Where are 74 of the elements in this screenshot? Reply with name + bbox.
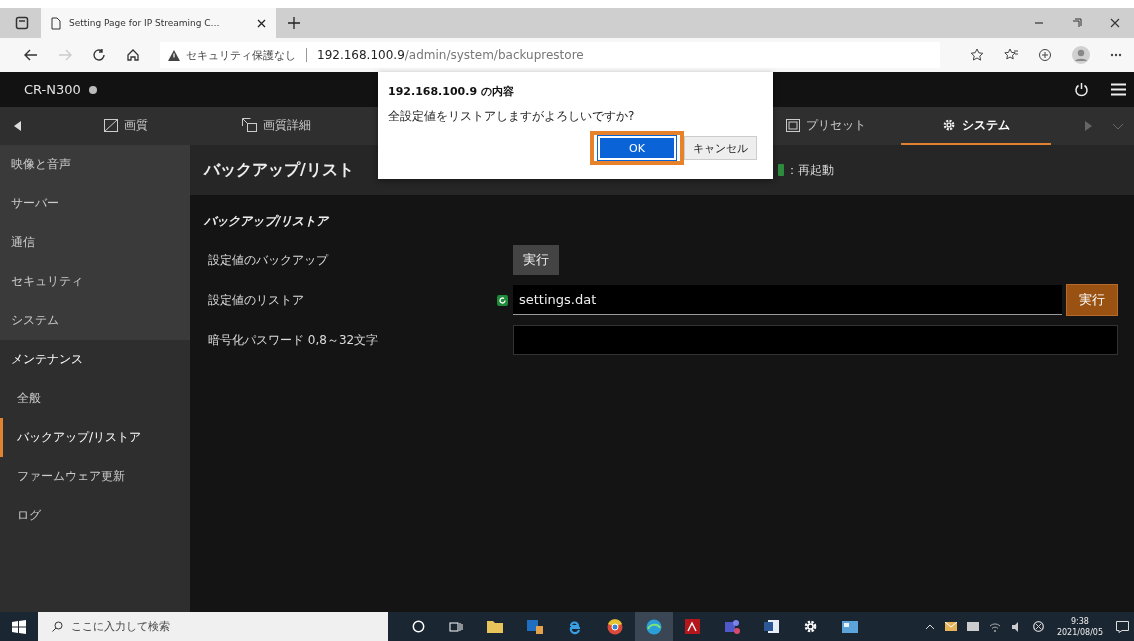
menu-icon[interactable] — [1111, 83, 1126, 96]
nav-tab[interactable]: 画質詳細 — [201, 107, 351, 145]
page-icon — [51, 16, 61, 30]
windows-logo-icon[interactable] — [12, 619, 26, 634]
setting-label: 設定値のバックアップ — [207, 251, 330, 269]
detail-image-icon — [241, 118, 257, 132]
gear-icon[interactable] — [803, 619, 818, 634]
mail-icon[interactable] — [944, 622, 957, 631]
task-view-icon[interactable] — [449, 620, 463, 633]
restore-icon[interactable] — [1072, 18, 1082, 28]
power-icon[interactable] — [1074, 82, 1089, 97]
execute-button[interactable]: 実行 — [1066, 284, 1118, 316]
page-title: バックアップ/リスト — [204, 159, 354, 181]
favorite-star-icon[interactable] — [970, 48, 984, 62]
status-icon — [778, 164, 784, 176]
gear-icon — [942, 118, 956, 132]
blocked-icon[interactable] — [1032, 621, 1044, 632]
search-field[interactable]: ここに入力して検索 — [38, 612, 388, 641]
url-text: 192.168.100.9/admin/system/backuprestore — [317, 48, 584, 62]
section-title: バックアップ/リストア — [204, 213, 330, 230]
dialog-message: 全設定値をリストアしますがよろしいですか? — [388, 108, 636, 125]
folder-icon[interactable] — [487, 620, 503, 633]
nav-tab[interactable]: 画質 — [51, 107, 201, 145]
warning-icon — [168, 49, 180, 61]
close-icon[interactable] — [1110, 18, 1120, 28]
status-dot-icon — [88, 85, 97, 94]
reboot-label: ：再起動 — [786, 161, 834, 179]
left-arrow-icon[interactable] — [14, 121, 21, 131]
execute-button[interactable]: 実行 — [513, 245, 559, 275]
profile-avatar-icon[interactable] — [1072, 46, 1090, 64]
wave-browser-icon[interactable] — [646, 618, 662, 635]
file-field[interactable]: settings.dat — [513, 285, 1062, 315]
sidebar-item[interactable]: サーバー — [0, 184, 190, 223]
preset-icon — [786, 118, 800, 132]
address-field[interactable]: セキュリティ保護なし 192.168.100.9/admin/system/backuprestore — [160, 42, 940, 68]
round-browser-icon[interactable] — [607, 618, 623, 635]
sidebar-item[interactable]: 通信 — [0, 223, 190, 262]
notification-icon[interactable] — [1116, 620, 1129, 633]
collections-icon[interactable] — [1038, 48, 1052, 62]
dialog-button[interactable]: OK — [598, 136, 676, 160]
wifi-icon[interactable] — [988, 621, 1001, 632]
sidebar-item[interactable]: 映像と音声 — [0, 145, 190, 184]
tab-actions-icon[interactable] — [15, 16, 29, 30]
security-label: セキュリティ保護なし — [186, 47, 296, 63]
pdf-icon[interactable] — [685, 619, 700, 634]
clock-date[interactable]: 2021/08/05 — [1056, 626, 1103, 638]
dialog-button[interactable]: キャンセル — [684, 136, 757, 160]
close-icon[interactable] — [257, 18, 266, 28]
circle-icon[interactable] — [412, 620, 425, 633]
refresh-badge-icon — [497, 294, 508, 306]
dialog-title: 192.168.100.9 の内容 — [388, 84, 515, 99]
search-icon — [52, 621, 63, 632]
setting-label: 暗号化パスワード 0,8～32文字 — [207, 331, 380, 349]
people-icon[interactable] — [724, 619, 740, 634]
setting-label: 設定値のリストア — [207, 291, 305, 309]
clock-time[interactable]: 9:38 — [1070, 615, 1089, 627]
home-icon[interactable] — [126, 48, 140, 62]
more-icon[interactable] — [1110, 53, 1122, 57]
sidebar-item[interactable]: システム — [0, 301, 190, 340]
e-browser-icon[interactable] — [567, 618, 583, 635]
sidebar-item[interactable]: セキュリティ — [0, 262, 190, 301]
card-icon[interactable] — [842, 620, 858, 633]
tab-title: Setting Page for IP Streaming C… — [69, 18, 221, 28]
back-arrow-icon[interactable] — [24, 49, 38, 61]
document-icon[interactable] — [764, 619, 779, 634]
browser-tab[interactable]: Setting Page for IP Streaming C… — [41, 8, 276, 38]
favorites-icon[interactable] — [1004, 48, 1018, 62]
password-field[interactable] — [513, 325, 1118, 355]
new-tab-icon[interactable] — [288, 17, 300, 29]
refresh-icon[interactable] — [92, 48, 106, 62]
app-icon[interactable] — [527, 619, 543, 634]
image-icon — [104, 118, 118, 132]
caret-up-icon[interactable] — [924, 623, 935, 630]
device-name: CR-N300 — [24, 82, 81, 97]
